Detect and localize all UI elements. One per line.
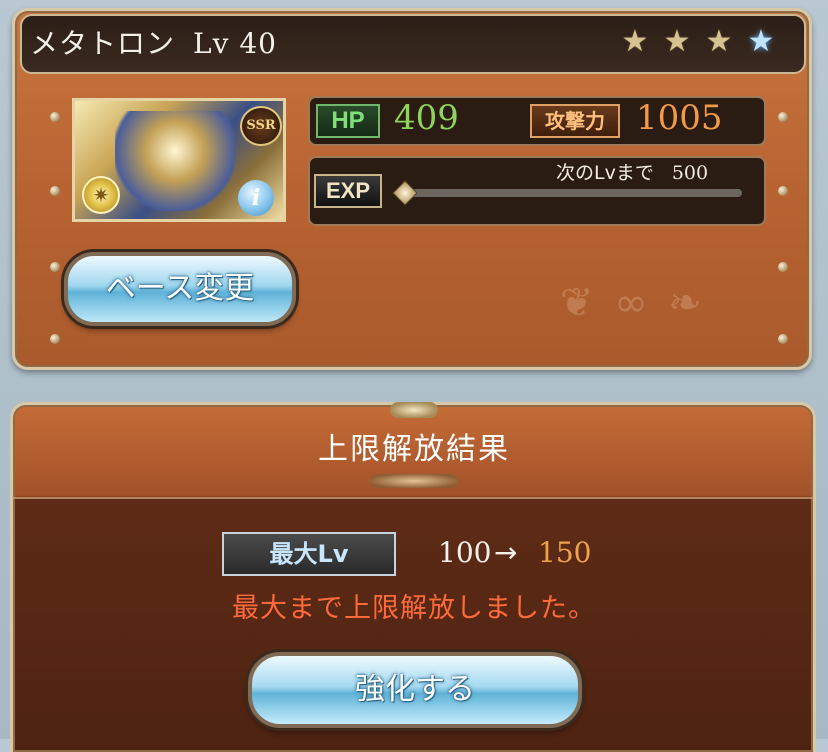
next-level-label: 次のLvまで <box>556 162 654 184</box>
next-level-info: 次のLvまで 500 <box>556 158 708 185</box>
hp-value: 409 <box>394 98 459 138</box>
background-ornament: ❦ ∞ ❧ <box>560 280 706 326</box>
rivet-decoration <box>778 186 788 196</box>
rivet-decoration <box>778 112 788 122</box>
rivet-decoration <box>50 186 60 196</box>
rivet-decoration <box>50 334 60 344</box>
light-element-icon: ✷ <box>82 176 120 214</box>
star-icon: ★ <box>621 24 649 59</box>
uncap-message: 最大まで上限解放しました。 <box>232 593 596 624</box>
star-icon: ★ <box>663 24 691 59</box>
header-divider <box>12 497 814 499</box>
rivet-decoration <box>778 334 788 344</box>
rivet-decoration <box>778 262 788 272</box>
new-max-level: 150 <box>538 536 592 569</box>
old-max-level: 100 <box>438 536 492 569</box>
base-change-button[interactable]: ベース変更 <box>64 252 296 326</box>
info-icon[interactable]: i <box>238 180 274 216</box>
character-level: Lv 40 <box>193 27 277 60</box>
enhance-button[interactable]: 強化する <box>248 652 582 728</box>
attack-value: 1005 <box>636 98 723 138</box>
max-level-label: 最大Lv <box>222 532 396 576</box>
attack-label: 攻撃力 <box>530 104 620 138</box>
star-icon: ★ <box>705 24 733 59</box>
title-ornament-decoration <box>370 474 458 488</box>
hp-label: HP <box>316 104 380 138</box>
portrait-art <box>115 111 235 211</box>
rivet-decoration <box>50 262 60 272</box>
top-ornament-decoration <box>390 402 438 418</box>
result-title: 上限解放結果 <box>318 432 510 467</box>
blue-star-icon: ★ <box>747 24 775 59</box>
character-title: メタトロン Lv 40 <box>30 22 277 62</box>
exp-label: EXP <box>314 174 382 208</box>
exp-bar-track <box>402 189 742 197</box>
next-level-value: 500 <box>671 162 709 184</box>
rivet-decoration <box>50 112 60 122</box>
ssr-badge: SSR <box>240 106 282 146</box>
character-name: メタトロン <box>30 27 176 60</box>
arrow-right-icon: → <box>494 536 518 569</box>
